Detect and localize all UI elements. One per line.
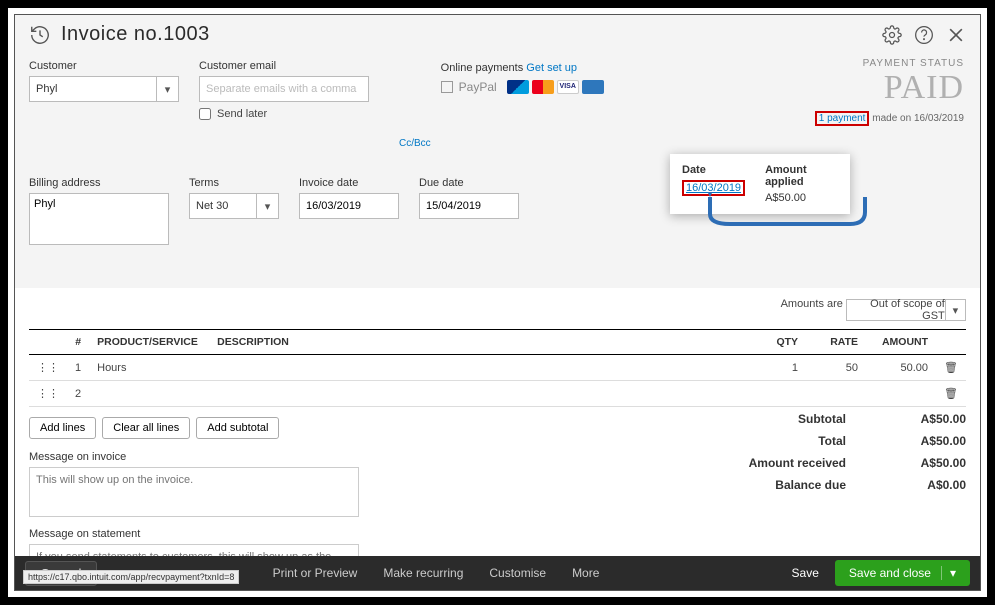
page-title: Invoice no.1003 xyxy=(61,23,210,46)
amounts-are-select[interactable]: Out of scope of GST ▾ xyxy=(846,299,966,321)
payment-popover: Date 16/03/2019 Amount applied A$50.00 xyxy=(670,154,850,214)
email-label: Customer email xyxy=(199,60,369,72)
payment-link[interactable]: 1 payment xyxy=(815,111,870,126)
table-row[interactable]: ⋮⋮ 2 🗑 xyxy=(29,381,966,407)
visa-icon: VISA xyxy=(557,80,579,94)
more-link[interactable]: More xyxy=(572,566,599,580)
trash-icon[interactable]: 🗑 xyxy=(936,381,966,407)
totals-block: SubtotalA$50.00 TotalA$50.00 Amount rece… xyxy=(646,408,966,496)
status-bar-url: https://c17.qbo.intuit.com/app/recvpayme… xyxy=(23,570,239,584)
billing-textarea[interactable] xyxy=(29,193,169,245)
make-recurring-link[interactable]: Make recurring xyxy=(383,566,463,580)
customer-label: Customer xyxy=(29,60,179,72)
payment-amount: A$50.00 xyxy=(765,192,806,204)
payment-status-label: PAYMENT STATUS xyxy=(815,58,964,69)
mastercard-icon xyxy=(532,80,554,94)
chevron-down-icon: ▾ xyxy=(256,194,278,218)
clear-lines-button[interactable]: Clear all lines xyxy=(102,417,190,439)
email-input[interactable] xyxy=(199,76,369,102)
invoice-date-label: Invoice date xyxy=(299,177,399,189)
get-set-up-link[interactable]: Get set up xyxy=(526,62,577,74)
amounts-are-label: Amounts are xyxy=(781,298,843,310)
grip-icon[interactable]: ⋮⋮ xyxy=(29,355,67,381)
help-icon[interactable] xyxy=(914,25,934,45)
history-icon[interactable] xyxy=(29,24,51,46)
customer-value: Phyl xyxy=(36,83,57,95)
payment-link-tail: made on 16/03/2019 xyxy=(872,113,964,124)
add-subtotal-button[interactable]: Add subtotal xyxy=(196,417,279,439)
payment-date-link[interactable]: 16/03/2019 xyxy=(682,180,745,196)
customer-select[interactable]: Phyl ▾ xyxy=(29,76,179,102)
billing-label: Billing address xyxy=(29,177,169,189)
trash-icon[interactable]: 🗑 xyxy=(936,355,966,381)
ccbcc-link[interactable]: Cc/Bcc xyxy=(399,138,431,149)
online-payments-label: Online payments Get set up xyxy=(441,62,577,74)
paypal-label: PayPal xyxy=(459,80,497,94)
gear-icon[interactable] xyxy=(882,25,902,45)
print-preview-link[interactable]: Print or Preview xyxy=(273,566,358,580)
save-and-close-button[interactable]: Save and close ▾ xyxy=(835,560,970,586)
payment-status-value: PAID xyxy=(815,69,964,107)
invoice-date-input[interactable] xyxy=(299,193,399,219)
due-date-label: Due date xyxy=(419,177,519,189)
paypal-icon xyxy=(507,80,529,94)
paypal-checkbox[interactable] xyxy=(441,81,453,93)
terms-label: Terms xyxy=(189,177,279,189)
amex-icon xyxy=(582,80,604,94)
msg-statement-textarea[interactable] xyxy=(29,544,359,556)
msg-invoice-textarea[interactable] xyxy=(29,467,359,517)
chevron-down-icon[interactable]: ▾ xyxy=(941,566,956,580)
save-button[interactable]: Save xyxy=(776,560,835,586)
send-later-checkbox[interactable]: Send later xyxy=(199,108,369,120)
add-lines-button[interactable]: Add lines xyxy=(29,417,96,439)
close-icon[interactable] xyxy=(946,25,966,45)
terms-select[interactable]: Net 30 ▾ xyxy=(189,193,279,219)
grip-icon[interactable]: ⋮⋮ xyxy=(29,381,67,407)
line-items-table: # PRODUCT/SERVICE DESCRIPTION QTY RATE A… xyxy=(29,329,966,407)
customise-link[interactable]: Customise xyxy=(489,566,546,580)
msg-statement-label: Message on statement xyxy=(29,528,966,540)
chevron-down-icon: ▾ xyxy=(156,77,178,101)
due-date-input[interactable] xyxy=(419,193,519,219)
chevron-down-icon: ▾ xyxy=(945,300,965,320)
table-row[interactable]: ⋮⋮ 1 Hours 1 50 50.00 🗑 xyxy=(29,355,966,381)
